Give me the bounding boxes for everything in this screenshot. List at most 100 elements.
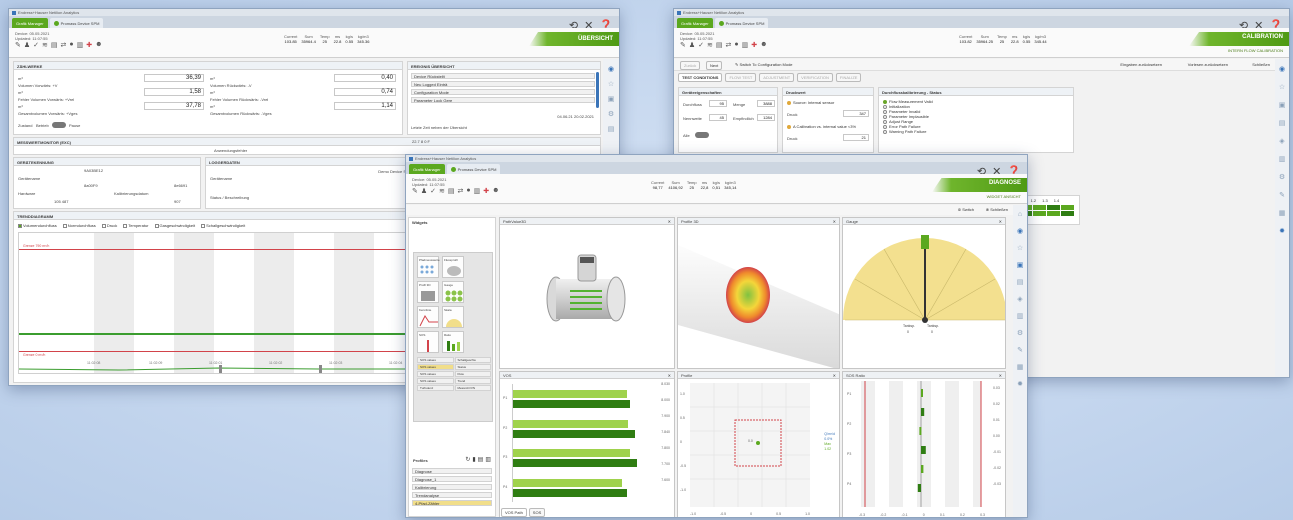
gear-icon[interactable]: ✹: [1017, 380, 1023, 388]
widget-ratio[interactable]: Ratio: [442, 331, 464, 353]
step-flow-test[interactable]: FLOW TEST: [725, 73, 757, 82]
nav-active-icon[interactable]: ◉: [1017, 227, 1023, 235]
value-left-0[interactable]: 36,39: [144, 74, 204, 82]
transfer-icon[interactable]: ⇄: [726, 41, 732, 49]
trash-icon[interactable]: ▥: [77, 41, 84, 49]
event-item[interactable]: Parameter Lock Gere: [411, 97, 595, 103]
transfer-icon[interactable]: ⇄: [458, 187, 464, 195]
flow-icon[interactable]: ≋: [42, 41, 48, 49]
next-button[interactable]: Next: [706, 61, 723, 70]
checkbox-gas-speed[interactable]: Gasgeschwindigkeit: [154, 223, 195, 228]
value-left-1[interactable]: 1,58: [144, 88, 204, 96]
widget-list-item[interactable]: Schallgeschw: [454, 357, 491, 363]
widget-list-item[interactable]: SOS values: [417, 378, 454, 384]
tab-device[interactable]: Promass Device SPM: [49, 18, 104, 28]
switch-config-button[interactable]: ✎ Switch To Configuration Mode: [732, 61, 796, 68]
value-right-2[interactable]: 1,14: [334, 102, 396, 110]
tab-grafik-manager[interactable]: Grafik Manager: [409, 164, 445, 174]
reset-input-button[interactable]: Eingaben zurücksetzen: [1117, 61, 1165, 68]
chart-icon[interactable]: ▤: [1017, 278, 1024, 286]
widget-sos[interactable]: SOS: [417, 331, 439, 353]
value-left-2[interactable]: 37,78: [144, 102, 204, 110]
widget-list-item[interactable]: SOS values: [417, 357, 454, 363]
profile-item[interactable]: Diagnose_1: [412, 476, 492, 482]
widget-path-values[interactable]: Pfadmesswerte: [417, 256, 440, 278]
pause-toggle[interactable]: [52, 122, 66, 128]
panel-close-icon[interactable]: ✕: [668, 373, 671, 378]
widget-list-item[interactable]: Messrohr/VN: [454, 385, 491, 391]
step-verification[interactable]: VERIFICATION: [797, 73, 833, 82]
record-icon[interactable]: ●: [69, 41, 73, 49]
check-icon[interactable]: ✓: [698, 41, 704, 49]
widget-gauge[interactable]: Gauge: [442, 281, 464, 303]
device-icon[interactable]: ▣: [608, 95, 615, 103]
document-icon[interactable]: ▤: [608, 125, 615, 133]
widget-profile-3d[interactable]: Profil 3D: [417, 281, 439, 303]
widget-list-item[interactable]: Turbulenz: [417, 385, 454, 391]
trash-icon[interactable]: ▥: [742, 41, 749, 49]
floppy-icon[interactable]: ▤: [478, 456, 484, 463]
add-red-icon[interactable]: ✚: [86, 41, 92, 49]
gear-active-icon[interactable]: ✹: [1279, 227, 1285, 235]
check-icon[interactable]: ✓: [430, 187, 436, 195]
overview-navigator[interactable]: [19, 365, 413, 373]
doc-icon[interactable]: ▦: [1279, 209, 1286, 217]
step-finalize[interactable]: FINALIZE: [835, 73, 862, 82]
tag-icon[interactable]: ◈: [1279, 137, 1284, 145]
widget-curve[interactable]: Kennlinie: [417, 306, 439, 328]
event-item[interactable]: Neu Logged Einträ: [411, 81, 595, 87]
tag-icon[interactable]: ◈: [1017, 295, 1022, 303]
panel-close-icon[interactable]: ✕: [833, 373, 836, 378]
profile-item[interactable]: Kalibrierung: [412, 484, 492, 490]
tab-device[interactable]: Promass Device SPM: [714, 18, 769, 28]
user-icon[interactable]: ☻: [492, 187, 499, 195]
save-icon[interactable]: ▮: [472, 456, 475, 463]
reload-icon[interactable]: ↻: [465, 456, 470, 463]
trash-icon[interactable]: ▥: [474, 187, 481, 195]
panel-close-icon[interactable]: ✕: [999, 219, 1002, 224]
person-icon[interactable]: ♟: [689, 41, 695, 49]
checkbox-normflow[interactable]: Normdurchfluss: [62, 223, 96, 228]
pressure-value[interactable]: 347: [843, 110, 869, 117]
widget-list-item[interactable]: SOS values: [417, 371, 454, 377]
close-button[interactable]: ⊗ Schließen: [983, 206, 1011, 213]
list-icon[interactable]: ▤: [448, 187, 455, 195]
condition-value[interactable]: 95: [709, 100, 727, 107]
flow-icon[interactable]: ≋: [439, 187, 445, 195]
wrench-icon[interactable]: ✎: [15, 41, 21, 49]
checkbox-sound-speed[interactable]: Schallgeschwindigkeit: [201, 223, 245, 228]
add-red-icon[interactable]: ✚: [483, 187, 489, 195]
panel-close-icon[interactable]: ✕: [668, 219, 671, 224]
person-icon[interactable]: ♟: [24, 41, 30, 49]
reset-reading-button[interactable]: Vorlesen zurücksetzen: [1185, 61, 1231, 68]
widget-scale[interactable]: Skala: [442, 306, 464, 328]
nav-active-icon[interactable]: ◉: [1279, 65, 1285, 73]
conditions-toggle[interactable]: [695, 132, 709, 138]
check-icon[interactable]: ✓: [33, 41, 39, 49]
settings-icon[interactable]: ⚙: [1017, 329, 1023, 337]
user-icon[interactable]: ☻: [95, 41, 102, 49]
step-test-conditions[interactable]: TEST CONDITIONS: [678, 73, 723, 82]
close-button[interactable]: Schließen: [1249, 61, 1273, 68]
flow-icon[interactable]: ≋: [707, 41, 713, 49]
checkbox-pressure[interactable]: Druck: [101, 223, 117, 228]
record-icon[interactable]: ●: [466, 187, 470, 195]
widget-list-item[interactable]: Trend: [454, 378, 491, 384]
wrench-icon[interactable]: ✎: [1017, 346, 1023, 354]
widget-list-item[interactable]: Flow: [454, 371, 491, 377]
device-icon[interactable]: ▣: [1279, 101, 1286, 109]
clipboard-icon[interactable]: ▥: [1279, 155, 1286, 163]
condition-value[interactable]: 3888: [757, 100, 775, 107]
device-icon[interactable]: ▣: [1017, 261, 1024, 269]
panel-close-icon[interactable]: ✕: [999, 373, 1002, 378]
record-icon[interactable]: ●: [734, 41, 738, 49]
widget-flow-profile[interactable]: Flussprofil: [442, 256, 464, 278]
person-icon[interactable]: ♟: [421, 187, 427, 195]
tab-device[interactable]: Promass Device SPM: [446, 164, 501, 174]
wrench-icon[interactable]: ✎: [412, 187, 418, 195]
star-icon[interactable]: ☆: [1279, 83, 1285, 91]
nav-active-icon[interactable]: ◉: [608, 65, 614, 73]
back-button[interactable]: Zurück: [680, 61, 701, 70]
checkbox-temperature[interactable]: Temperatur: [123, 223, 149, 228]
event-item[interactable]: Configuration Mode: [411, 89, 595, 95]
